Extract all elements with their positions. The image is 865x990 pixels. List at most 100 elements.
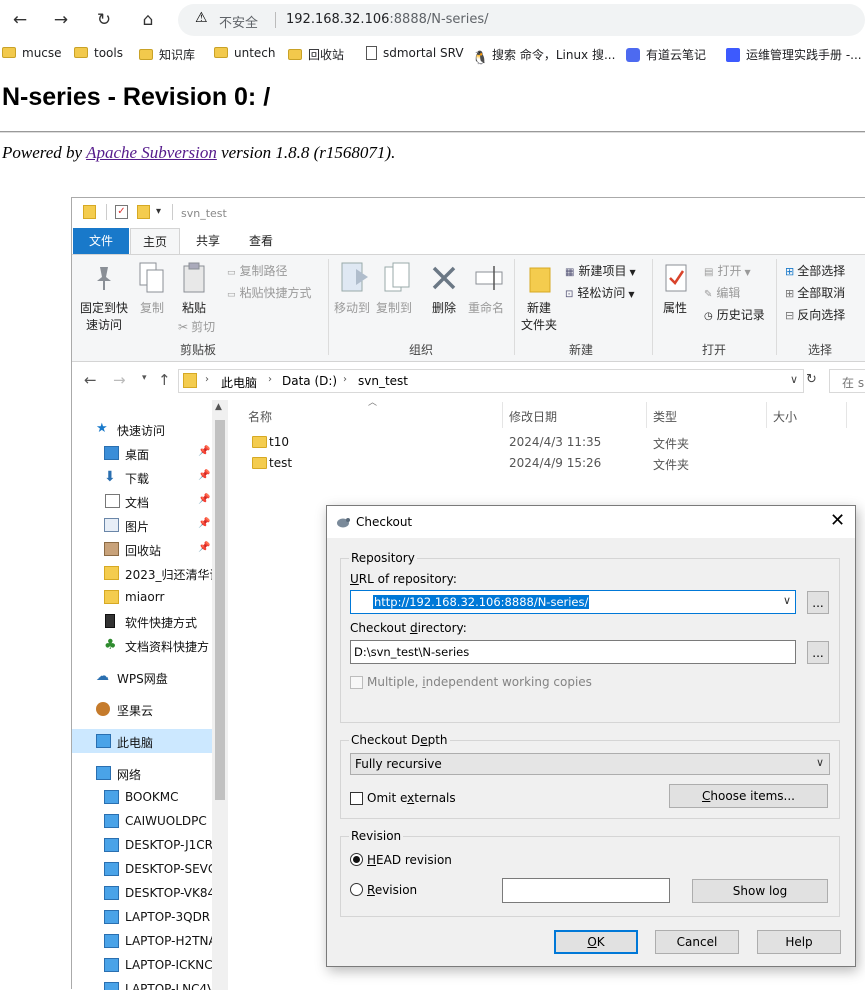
tab-view[interactable]: 查看 (236, 228, 286, 254)
path-box[interactable]: › 此电脑 › Data (D:) › svn_test ∨ (178, 369, 804, 393)
tab-share[interactable]: 共享 (184, 228, 232, 254)
breadcrumb-drive[interactable]: Data (D:) (282, 374, 337, 388)
home-icon[interactable]: ⌂ (136, 8, 160, 32)
nav-jianguoyun[interactable]: 坚果云 (72, 697, 212, 721)
chevron-down-icon[interactable]: ∨ (783, 594, 791, 607)
properties-button[interactable]: 属性 (663, 299, 687, 316)
paste-shortcut-button[interactable]: ▭ 粘贴快捷方式 (227, 284, 312, 301)
select-all-button[interactable]: ⊞ 全部选择 (785, 262, 845, 279)
bookmark-sdmortal[interactable]: sdmortal SRV (366, 46, 464, 64)
copy-button[interactable]: 复制 (140, 299, 164, 316)
bookmark-untech[interactable]: untech (214, 46, 276, 64)
nav-computer[interactable]: LAPTOP-ICKNC (72, 953, 212, 977)
nav-computer[interactable]: LAPTOP-H2TNA (72, 929, 212, 953)
nav-pictures[interactable]: 图片 📌 (72, 513, 212, 537)
history-button[interactable]: ◷ 历史记录 (704, 306, 765, 323)
open-button[interactable]: ▤ 打开 ▼ (704, 262, 751, 279)
nav-computer[interactable]: CAIWUOLDPC (72, 809, 212, 833)
column-divider[interactable] (846, 402, 847, 428)
column-name[interactable]: 名称 (248, 408, 272, 425)
nav-folder-miaorr[interactable]: miaorr (72, 585, 212, 609)
new-folder-label-1[interactable]: 新建 (527, 299, 551, 316)
close-icon[interactable]: ✕ (830, 510, 845, 531)
nav-doc-shortcuts[interactable]: ♣ 文档资料快捷方 (72, 633, 212, 657)
multiple-copies-checkbox[interactable] (350, 676, 363, 689)
nav-computer[interactable]: DESKTOP-SEVC (72, 857, 212, 881)
cancel-button[interactable]: Cancel (655, 930, 739, 954)
apache-subversion-link[interactable]: Apache Subversion (86, 143, 217, 162)
dir-browse-button[interactable]: ... (807, 641, 829, 664)
url-text[interactable]: 192.168.32.106:8888/N-series/ (286, 12, 489, 27)
nav-scrollbar-thumb[interactable] (215, 420, 225, 800)
bookmark-youdao[interactable]: 有道云笔记 (626, 46, 706, 64)
nav-computer[interactable]: DESKTOP-J1CR (72, 833, 212, 857)
scroll-up-icon[interactable]: ▲ (215, 402, 222, 412)
forward-arrow-icon[interactable]: → (49, 8, 73, 32)
column-divider[interactable] (766, 402, 767, 428)
revision-radio[interactable] (350, 883, 363, 896)
nav-folder-2023[interactable]: 2023_归还清华读 (72, 561, 212, 585)
nav-quick-access[interactable]: ★ 快速访问 (72, 417, 212, 441)
easy-access-button[interactable]: ⊡ 轻松访问 ▼ (565, 284, 635, 301)
bookmark-recycle[interactable]: 回收站 (288, 46, 344, 64)
up-arrow-icon[interactable]: ↑ (158, 371, 171, 389)
nav-computer[interactable]: BOOKMC (72, 785, 212, 809)
url-browse-button[interactable]: ... (807, 591, 829, 614)
search-box[interactable]: 在 s (829, 369, 865, 393)
nav-network[interactable]: 网络 (72, 761, 212, 785)
checkout-directory-input[interactable]: D:\svn_test\N-series (350, 640, 796, 664)
warning-icon[interactable]: ⚠ (195, 10, 208, 26)
refresh-icon[interactable]: ↻ (806, 372, 817, 387)
nav-wps-cloud[interactable]: ☁ WPS网盘 (72, 665, 212, 689)
new-folder-label-2[interactable]: 文件夹 (521, 316, 557, 333)
move-to-button[interactable]: 移动到 (334, 299, 370, 316)
copy-path-button[interactable]: ▭ 复制路径 (227, 262, 288, 279)
nav-computer[interactable]: LAPTOP-3QDR (72, 905, 212, 929)
nav-desktop[interactable]: 桌面 📌 (72, 441, 212, 465)
customize-dropdown-icon[interactable]: ▾ (156, 206, 169, 220)
depth-select[interactable]: Fully recursive ∨ (350, 753, 830, 775)
nav-this-pc[interactable]: 此电脑 (72, 729, 212, 753)
column-size[interactable]: 大小 (773, 408, 797, 425)
ok-button[interactable]: OK (554, 930, 638, 954)
tab-file[interactable]: 文件 (73, 228, 129, 254)
column-date[interactable]: 修改日期 (509, 408, 557, 425)
help-button[interactable]: Help (757, 930, 841, 954)
column-divider[interactable] (646, 402, 647, 428)
security-label[interactable]: 不安全 (219, 12, 258, 31)
back-arrow-icon[interactable]: ← (8, 8, 32, 32)
invert-selection-button[interactable]: ⊟ 反向选择 (785, 306, 845, 323)
nav-documents[interactable]: 文档 📌 (72, 489, 212, 513)
nav-recycle-bin[interactable]: 回收站 📌 (72, 537, 212, 561)
rename-button[interactable]: 重命名 (468, 299, 504, 316)
delete-button[interactable]: 删除 (432, 299, 456, 316)
chevron-down-icon[interactable]: ∨ (790, 373, 798, 386)
recent-dropdown-icon[interactable]: ▾ (142, 373, 147, 383)
select-none-button[interactable]: ⊞ 全部取消 (785, 284, 845, 301)
breadcrumb-this-pc[interactable]: 此电脑 (221, 374, 257, 391)
pin-quick-access-button[interactable]: 固定到快 (80, 299, 128, 316)
bookmark-ops-manual[interactable]: 运维管理实践手册 -... (726, 46, 862, 64)
column-divider[interactable] (502, 402, 503, 428)
bookmark-knowledge[interactable]: 知识库 (139, 46, 195, 64)
back-arrow-icon[interactable]: ← (84, 371, 97, 389)
nav-software-shortcuts[interactable]: 软件快捷方式 (72, 609, 212, 633)
edit-button[interactable]: ✎ 编辑 (704, 284, 740, 301)
file-row[interactable]: test 2024/4/9 15:26 文件夹 (232, 453, 865, 475)
choose-items-button[interactable]: Choose items... (669, 784, 828, 808)
nav-downloads[interactable]: ⬇ 下载 📌 (72, 465, 212, 489)
bookmark-mucse[interactable]: mucse (2, 46, 62, 64)
url-combobox[interactable]: http://192.168.32.106:8888/N-series/ ∨ (350, 590, 796, 614)
breadcrumb-svn-test[interactable]: svn_test (358, 374, 408, 388)
omit-externals-checkbox[interactable] (350, 792, 363, 805)
bookmark-linux-search[interactable]: 🐧 搜索 命令，Linux 搜... (472, 46, 615, 66)
head-revision-radio[interactable] (350, 853, 363, 866)
show-log-button[interactable]: Show log (692, 879, 828, 903)
address-bar[interactable]: ⚠ 不安全 192.168.32.106:8888/N-series/ (178, 4, 865, 36)
nav-computer[interactable]: LAPTOP-LNC4V (72, 977, 212, 990)
cut-button[interactable]: ✂ 剪切 (178, 318, 215, 335)
nav-computer[interactable]: DESKTOP-VK84 (72, 881, 212, 905)
bookmark-tools[interactable]: tools (74, 46, 123, 64)
properties-checkbox-icon[interactable]: ✓ (115, 205, 128, 219)
file-row[interactable]: t10 2024/4/3 11:35 文件夹 (232, 432, 865, 454)
